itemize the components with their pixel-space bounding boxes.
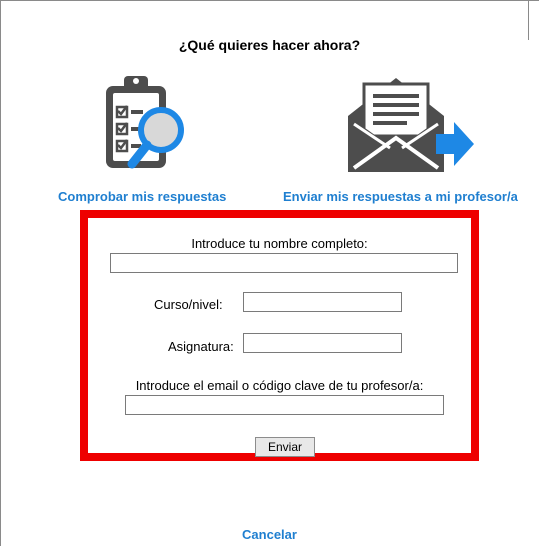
envelope-send-icon[interactable] xyxy=(344,72,476,176)
course-label: Curso/nivel: xyxy=(154,297,223,312)
course-input[interactable] xyxy=(243,292,402,312)
send-form: Introduce tu nombre completo: Curso/nive… xyxy=(80,210,479,461)
subject-input[interactable] xyxy=(243,333,402,353)
teacher-email-label: Introduce el email o código clave de tu … xyxy=(135,378,424,393)
right-border xyxy=(528,0,529,40)
clipboard-magnifier-icon[interactable] xyxy=(102,72,188,174)
name-label: Introduce tu nombre completo: xyxy=(191,236,368,251)
cancel-link[interactable]: Cancelar xyxy=(0,527,539,542)
name-input[interactable] xyxy=(110,253,458,273)
subject-label: Asignatura: xyxy=(168,339,234,354)
submit-button[interactable]: Enviar xyxy=(255,437,315,457)
dialog-title: ¿Qué quieres hacer ahora? xyxy=(178,37,361,53)
top-border xyxy=(0,0,539,1)
teacher-email-input[interactable] xyxy=(125,395,444,415)
check-answers-link[interactable]: Comprobar mis respuestas xyxy=(58,189,226,204)
send-answers-link[interactable]: Enviar mis respuestas a mi profesor/a xyxy=(283,189,518,204)
left-border xyxy=(0,0,1,546)
